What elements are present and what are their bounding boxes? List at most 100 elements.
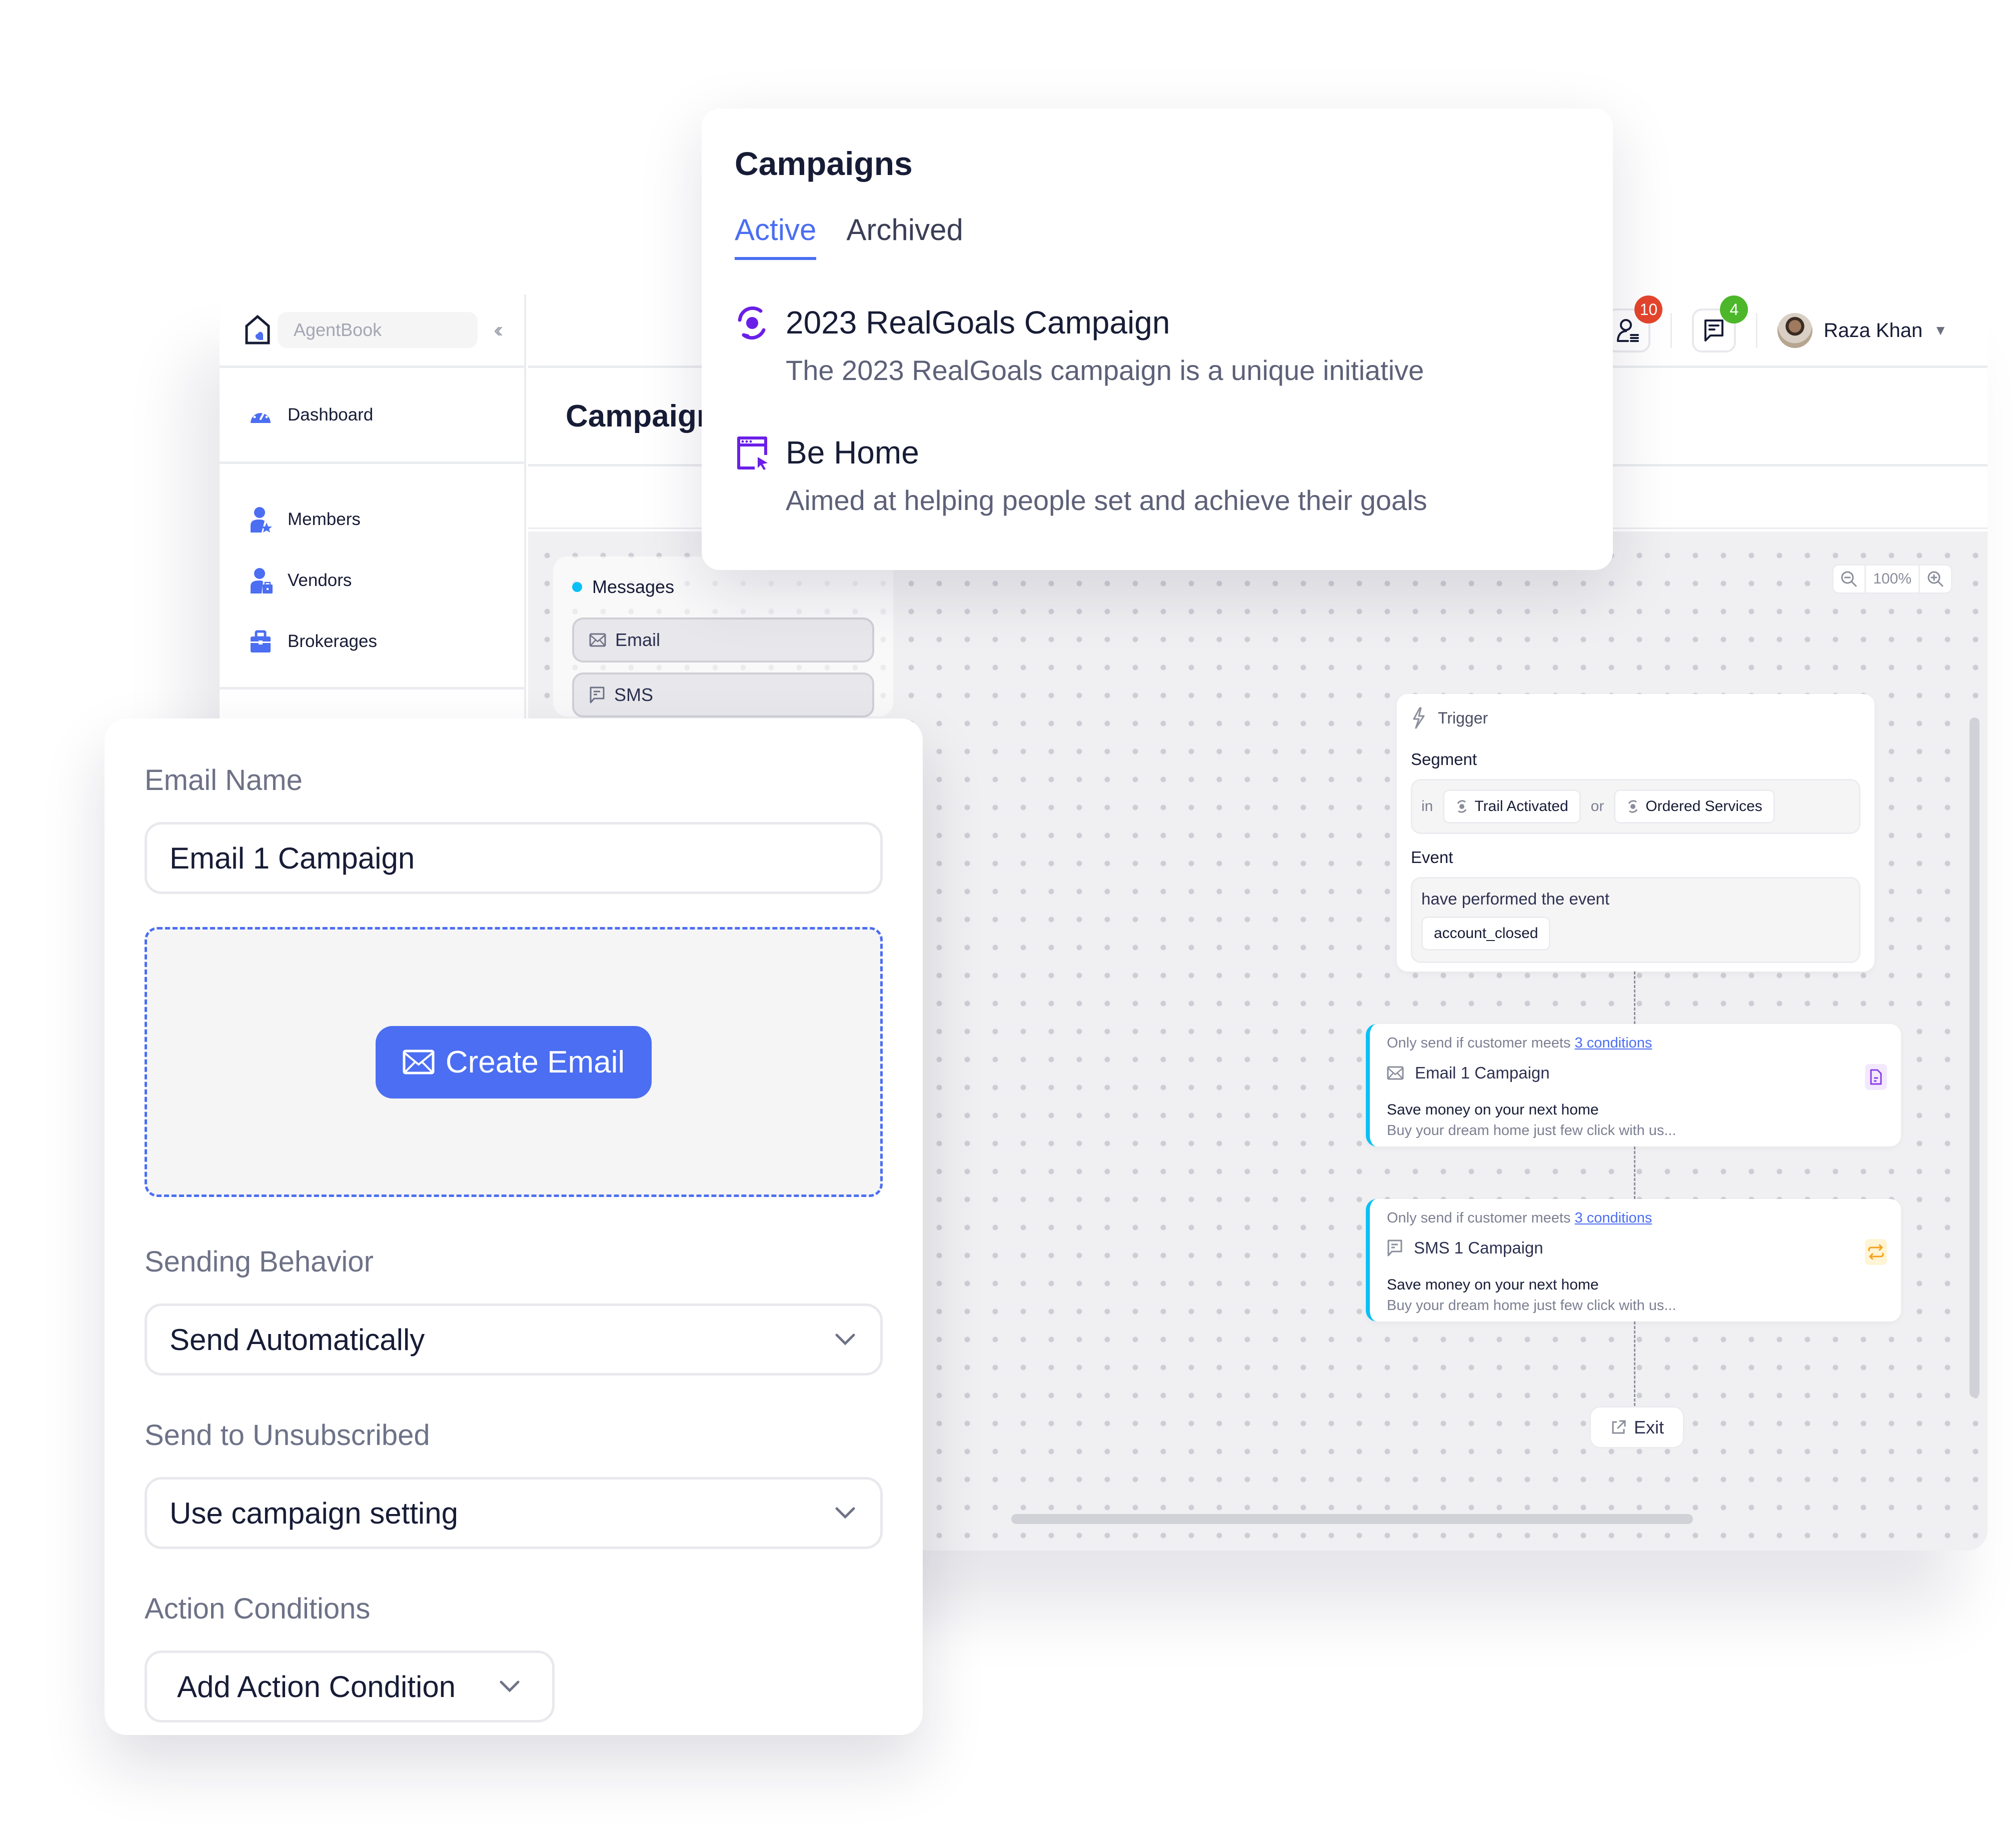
add-action-condition-button[interactable]: Add Action Condition	[145, 1650, 555, 1722]
event-box: have performed the event account_closed	[1411, 877, 1860, 963]
contacts-list-icon	[1617, 319, 1639, 342]
event-chip[interactable]: account_closed	[1421, 916, 1551, 950]
campaign-name: 2023 RealGoals Campaign	[786, 304, 1170, 340]
segment-chip-label: Trail Activated	[1474, 798, 1568, 814]
message-title: Email 1 Campaign	[1387, 1064, 1884, 1082]
sending-behavior-select[interactable]: Send Automatically	[145, 1304, 883, 1376]
segment-icon	[1628, 800, 1638, 813]
message-title: SMS 1 Campaign	[1387, 1238, 1884, 1258]
flow-connector	[1634, 1322, 1635, 1406]
create-email-button[interactable]: Create Email	[376, 1026, 652, 1098]
campaigns-popup: Campaigns Active Archived 2023 RealGoals…	[702, 108, 1613, 570]
email-name-input[interactable]: Email 1 Campaign	[145, 822, 883, 894]
sidebar-item-label: Dashboard	[288, 404, 374, 424]
caret-down-icon: ▼	[1933, 322, 1947, 338]
zoom-in-button[interactable]	[1920, 566, 1951, 592]
message-title-text: SMS 1 Campaign	[1414, 1238, 1543, 1257]
email-message-node[interactable]: Only send if customer meets 3 conditions…	[1366, 1024, 1901, 1146]
trigger-title: Trigger	[1438, 708, 1488, 727]
palette-item-sms[interactable]: SMS	[572, 672, 874, 718]
sidebar-section-people: Members Vendors Brokerages	[220, 464, 524, 690]
sidebar-item-members[interactable]: Members	[220, 489, 524, 550]
target-refresh-icon	[738, 306, 766, 340]
mail-icon	[403, 1050, 435, 1074]
conditions-link[interactable]: 3 conditions	[1575, 1210, 1652, 1226]
email-form-panel: Email Name Email 1 Campaign Create Email…	[105, 718, 923, 1735]
zoom-level: 100%	[1864, 566, 1920, 592]
tab-archived[interactable]: Archived	[846, 212, 963, 260]
palette-title-text: Messages	[592, 576, 675, 597]
sms-message-node[interactable]: Only send if customer meets 3 conditions…	[1366, 1199, 1901, 1322]
segment-chip[interactable]: Trail Activated	[1443, 790, 1581, 824]
briefcase-icon	[248, 628, 274, 654]
repeat-icon	[1868, 1244, 1884, 1260]
vertical-scrollbar[interactable]	[1969, 718, 1979, 1398]
sidebar-section-main: Dashboard	[220, 368, 524, 464]
campaign-item[interactable]: Be Home Aimed at helping people set and …	[735, 434, 1580, 516]
unsubscribed-select[interactable]: Use campaign setting	[145, 1477, 883, 1549]
action-conditions-group: Action Conditions Add Action Condition	[145, 1592, 883, 1722]
zoom-control: 100%	[1832, 564, 1952, 594]
popup-title: Campaigns	[735, 145, 913, 182]
collapse-sidebar-icon[interactable]: ‹‹	[494, 318, 504, 342]
message-palette: Messages Email SMS	[553, 556, 893, 718]
trigger-node[interactable]: Trigger Segment in Trail Activated or Or…	[1397, 694, 1874, 972]
workspace-name[interactable]: AgentBook	[278, 312, 478, 348]
palette-item-email[interactable]: Email	[572, 618, 874, 662]
event-text: have performed the event	[1421, 890, 1610, 908]
conditions-link[interactable]: 3 conditions	[1575, 1035, 1652, 1051]
sidebar-item-vendors[interactable]: Vendors	[220, 550, 524, 611]
sidebar-item-label: Vendors	[288, 570, 352, 590]
repeat-tag[interactable]	[1865, 1239, 1887, 1265]
header-divider	[1670, 313, 1672, 348]
chat-icon	[1704, 320, 1724, 342]
messages-button[interactable]: 4	[1692, 296, 1748, 352]
campaign-description: Aimed at helping people set and achieve …	[786, 484, 1427, 516]
add-action-condition-label: Add Action Condition	[177, 1670, 456, 1704]
document-icon	[1870, 1069, 1882, 1085]
chat-icon	[590, 686, 605, 704]
status-dot-icon	[572, 582, 582, 592]
horizontal-scrollbar[interactable]	[1011, 1514, 1693, 1524]
sidebar-item-label: Brokerages	[288, 632, 377, 651]
contacts-button[interactable]: 10	[1606, 296, 1663, 352]
sending-behavior-value: Send Automatically	[170, 1322, 425, 1356]
mail-icon	[589, 633, 606, 647]
condition-text: Only send if customer meets 3 conditions	[1387, 1210, 1884, 1226]
segment-chip[interactable]: Ordered Services	[1614, 790, 1775, 824]
messages-badge: 4	[1720, 296, 1748, 324]
tab-active[interactable]: Active	[735, 212, 817, 260]
segment-prefix: in	[1421, 798, 1433, 814]
chat-icon	[1387, 1240, 1402, 1256]
zoom-in-icon	[1927, 571, 1943, 587]
segment-icon	[1457, 800, 1467, 813]
exit-node[interactable]: Exit	[1589, 1406, 1684, 1448]
document-tag[interactable]	[1865, 1064, 1887, 1090]
sidebar-item-brokerages[interactable]: Brokerages	[220, 611, 524, 672]
dashboard-gauge-icon	[248, 402, 274, 428]
campaign-item[interactable]: 2023 RealGoals Campaign The 2023 RealGoa…	[735, 304, 1580, 386]
campaign-tabs: Active Archived	[735, 212, 1580, 260]
chevron-down-icon	[835, 1507, 855, 1519]
zoom-out-button[interactable]	[1833, 566, 1864, 592]
unsubscribed-label: Send to Unsubscribed	[145, 1419, 430, 1452]
mail-icon	[1387, 1066, 1404, 1080]
sidebar-item-dashboard[interactable]: Dashboard	[220, 384, 373, 446]
external-link-icon	[1612, 1420, 1626, 1434]
lightning-icon	[1413, 707, 1425, 729]
user-menu[interactable]: Raza Khan ▼	[1777, 313, 1947, 348]
segment-joiner: or	[1590, 798, 1604, 814]
header-divider	[1756, 313, 1758, 348]
flow-connector	[1634, 1146, 1635, 1199]
message-title-text: Email 1 Campaign	[1415, 1064, 1550, 1082]
unsubscribed-group: Send to Unsubscribed Use campaign settin…	[145, 1418, 883, 1549]
page-title: Campaign	[566, 398, 716, 434]
campaign-description: The 2023 RealGoals campaign is a unique …	[786, 354, 1424, 386]
create-email-label: Create Email	[445, 1044, 625, 1080]
exit-label: Exit	[1633, 1416, 1664, 1438]
message-subject: Save money on your next home	[1387, 1102, 1599, 1118]
sending-behavior-label: Sending Behavior	[145, 1246, 374, 1278]
house-heart-logo-icon	[245, 315, 270, 344]
browser-cursor-icon	[737, 436, 768, 470]
header-actions: 10 4 Raza Khan ▼	[1606, 296, 1947, 352]
